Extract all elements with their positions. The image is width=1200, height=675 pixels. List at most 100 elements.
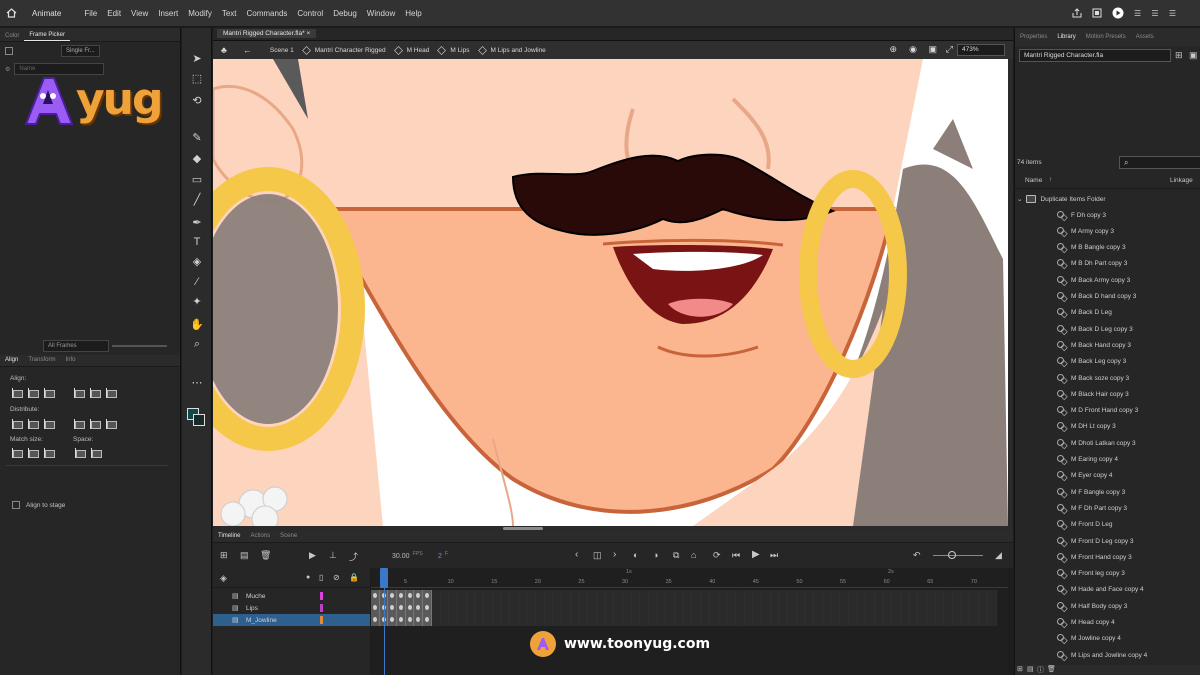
frame-cell[interactable] [927, 602, 936, 614]
library-item[interactable]: M Back D Leg [1057, 305, 1112, 321]
frame-cell[interactable] [466, 614, 476, 626]
current-frame[interactable]: 2 [438, 553, 442, 560]
frame-cell[interactable] [701, 590, 710, 602]
frame-cell[interactable] [918, 614, 927, 626]
tab-color[interactable]: Color [0, 31, 24, 41]
library-item[interactable]: M Front leg copy 3 [1057, 566, 1125, 582]
library-item[interactable]: M Back Hand copy 3 [1057, 337, 1131, 353]
keyframe[interactable] [397, 602, 406, 614]
frame-cell[interactable] [709, 614, 719, 626]
breadcrumb-character[interactable]: Mantri Character Rigged [301, 45, 386, 55]
keyframe[interactable] [371, 590, 380, 602]
frame-cell[interactable] [892, 602, 901, 614]
breadcrumb-head[interactable]: M Head [393, 45, 429, 55]
frame-cell[interactable] [553, 602, 563, 614]
frame-cell[interactable] [883, 590, 893, 602]
frame-cell[interactable] [588, 602, 597, 614]
layer-row[interactable]: ▤ Muche [213, 590, 370, 602]
keyframe[interactable] [414, 590, 424, 602]
distribute-hcenter-icon[interactable] [90, 419, 101, 429]
frame-cell[interactable] [449, 602, 458, 614]
frame-cell[interactable] [588, 590, 597, 602]
library-item[interactable]: M F Bangle copy 3 [1057, 484, 1125, 500]
keyframe[interactable] [388, 602, 398, 614]
distribute-left-icon[interactable] [74, 419, 85, 429]
frame-cell[interactable] [544, 590, 554, 602]
frame-cell[interactable] [779, 614, 788, 626]
frame-cell[interactable] [579, 602, 589, 614]
hand-tool-icon[interactable]: ✋ [190, 318, 204, 332]
frame-cell[interactable] [831, 614, 841, 626]
frame-cell[interactable] [675, 590, 684, 602]
frame-cell[interactable] [814, 590, 823, 602]
frame-cell[interactable] [483, 614, 493, 626]
frame-cell[interactable] [840, 614, 849, 626]
library-item[interactable]: M DH Lt copy 3 [1057, 419, 1116, 435]
layer-row-selected[interactable]: ▤ M_Jowline [213, 614, 370, 626]
stage-vertical-scrollbar[interactable] [1008, 59, 1013, 526]
frame-cell[interactable] [666, 602, 676, 614]
library-item[interactable]: M B Bangle copy 3 [1057, 240, 1126, 256]
frame-cell[interactable] [649, 602, 658, 614]
tab-assets[interactable]: Assets [1131, 34, 1159, 40]
frame-cell[interactable] [544, 602, 554, 614]
frame-cell[interactable] [510, 614, 519, 626]
frame-cell[interactable] [536, 614, 545, 626]
frame-cell[interactable] [874, 614, 884, 626]
frame-cell[interactable] [457, 602, 467, 614]
lock-toggle-icon[interactable]: 🔒 [349, 573, 359, 582]
frame-cell[interactable] [840, 602, 849, 614]
new-folder-icon[interactable]: ▤ [240, 550, 249, 561]
frame-cell[interactable] [822, 590, 832, 602]
free-transform-icon[interactable]: ⟲ [190, 94, 204, 108]
frame-cell[interactable] [892, 590, 901, 602]
frame-cell[interactable] [788, 614, 797, 626]
frame-cell[interactable] [614, 614, 623, 626]
workspace-icon[interactable]: ☰ ☰ ☰ [1134, 9, 1180, 18]
tab-frame-picker[interactable]: Frame Picker [24, 30, 71, 41]
frame-cell[interactable] [848, 614, 858, 626]
frame-cell[interactable] [935, 602, 945, 614]
frame-cell[interactable] [979, 614, 988, 626]
frame-cell[interactable] [562, 614, 571, 626]
frame-cell[interactable] [640, 602, 649, 614]
frame-cell[interactable] [431, 602, 441, 614]
more-tools-icon[interactable]: ⋯ [190, 376, 204, 390]
library-item[interactable]: M Back Leg copy 3 [1057, 354, 1126, 370]
tab-align[interactable]: Align [0, 355, 23, 366]
insert-keyframe-icon[interactable]: ◫ [593, 550, 602, 561]
library-item[interactable]: M Back D hand copy 3 [1057, 289, 1136, 305]
frame-cell[interactable] [718, 602, 728, 614]
tab-actions[interactable]: Actions [245, 531, 275, 542]
keyframe[interactable] [405, 590, 415, 602]
frame-cell[interactable] [822, 602, 832, 614]
frame-cell[interactable] [727, 602, 736, 614]
frame-cell[interactable] [570, 602, 580, 614]
frame-cell[interactable] [440, 602, 450, 614]
frame-cell[interactable] [866, 614, 875, 626]
frame-cell[interactable] [927, 590, 936, 602]
tab-motion-presets[interactable]: Motion Presets [1081, 34, 1131, 40]
match-width-icon[interactable] [12, 448, 23, 458]
frame-cell[interactable] [900, 590, 910, 602]
timeline-zoom-knob[interactable] [948, 551, 956, 559]
library-item[interactable]: M F Dh Part copy 3 [1057, 500, 1127, 516]
frame-cell[interactable] [727, 590, 736, 602]
frame-ruler[interactable]: 5 10 15 20 25 30 35 40 45 50 55 60 65 70 1s 2s [371, 569, 1008, 588]
share-icon[interactable] [1072, 7, 1082, 20]
frame-cell[interactable] [918, 590, 927, 602]
keyframe[interactable] [423, 602, 432, 614]
frame-cell[interactable] [883, 614, 893, 626]
keyframe[interactable] [414, 614, 424, 626]
prev-keyframe-icon[interactable]: ‹ [575, 549, 578, 560]
frame-cell[interactable] [831, 590, 841, 602]
breadcrumb-scene[interactable]: Scene 1 [270, 47, 294, 54]
frame-cell[interactable] [779, 590, 788, 602]
frame-picker-select[interactable]: Single Fr... [61, 45, 100, 57]
frame-cell[interactable] [857, 590, 867, 602]
step-back-icon[interactable]: ⏮ [732, 550, 740, 561]
menu-view[interactable]: View [126, 9, 153, 18]
library-item[interactable]: M Black Hair copy 3 [1057, 386, 1129, 402]
frame-cell[interactable] [822, 614, 832, 626]
publish-icon[interactable] [1092, 8, 1102, 20]
